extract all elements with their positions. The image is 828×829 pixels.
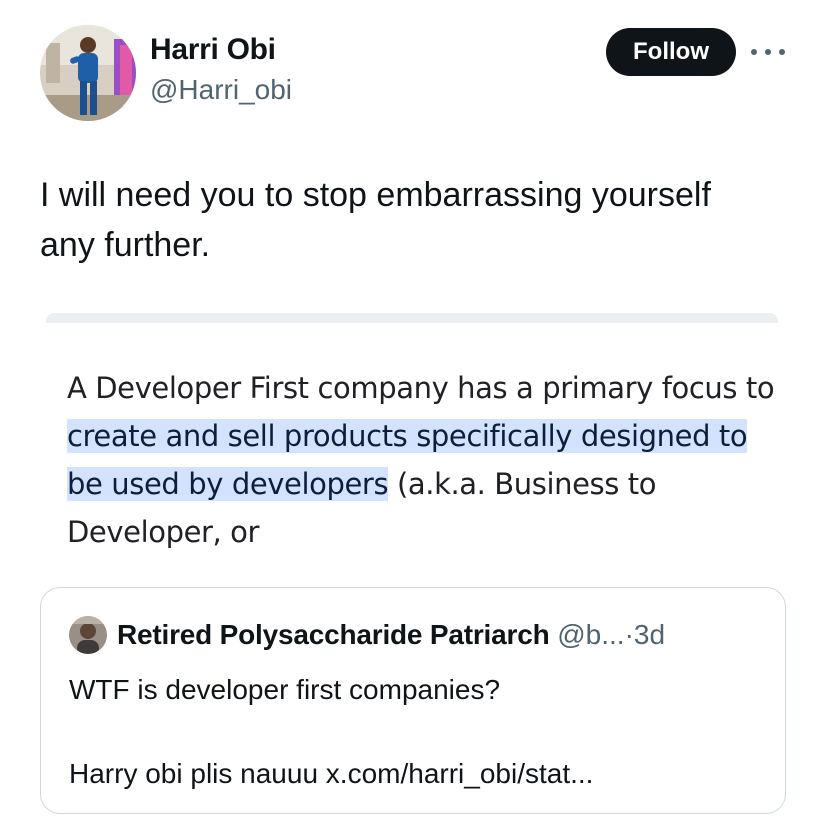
more-horizontal-icon[interactable] <box>751 42 785 62</box>
quoted-avatar-photo <box>69 616 107 654</box>
follow-button[interactable]: Follow <box>606 28 736 76</box>
attached-image[interactable]: A Developer First company has a primary … <box>40 313 784 568</box>
more-dot <box>765 49 771 55</box>
quoted-separator: · <box>624 619 634 650</box>
quoted-post-header: Retired Polysaccharide Patriarch @b...·3… <box>117 616 665 654</box>
quoted-timestamp[interactable]: 3d <box>634 619 665 650</box>
quoted-post-text-line: WTF is developer first companies? <box>69 674 501 705</box>
quoted-author-handle[interactable]: @b... <box>557 619 624 650</box>
author-avatar[interactable] <box>40 25 136 121</box>
image-top-edge <box>46 313 778 323</box>
quoted-author-avatar[interactable] <box>69 616 107 654</box>
quoted-post-card[interactable]: Retired Polysaccharide Patriarch @b...·3… <box>40 587 786 814</box>
author-avatar-photo <box>40 25 136 121</box>
image-text-plain: A Developer First company has a primary … <box>67 371 775 405</box>
author-handle[interactable]: @Harri_obi <box>150 74 292 106</box>
post-text: I will need you to stop embarrassing you… <box>40 176 711 264</box>
more-dot <box>751 49 757 55</box>
quoted-post-text-line: Harry obi plis nauuu x.com/harri_obi/sta… <box>69 758 594 789</box>
author-display-name[interactable]: Harri Obi <box>150 33 276 67</box>
more-dot <box>779 49 785 55</box>
quoted-author-name[interactable]: Retired Polysaccharide Patriarch <box>117 619 550 650</box>
image-text: A Developer First company has a primary … <box>67 364 777 556</box>
